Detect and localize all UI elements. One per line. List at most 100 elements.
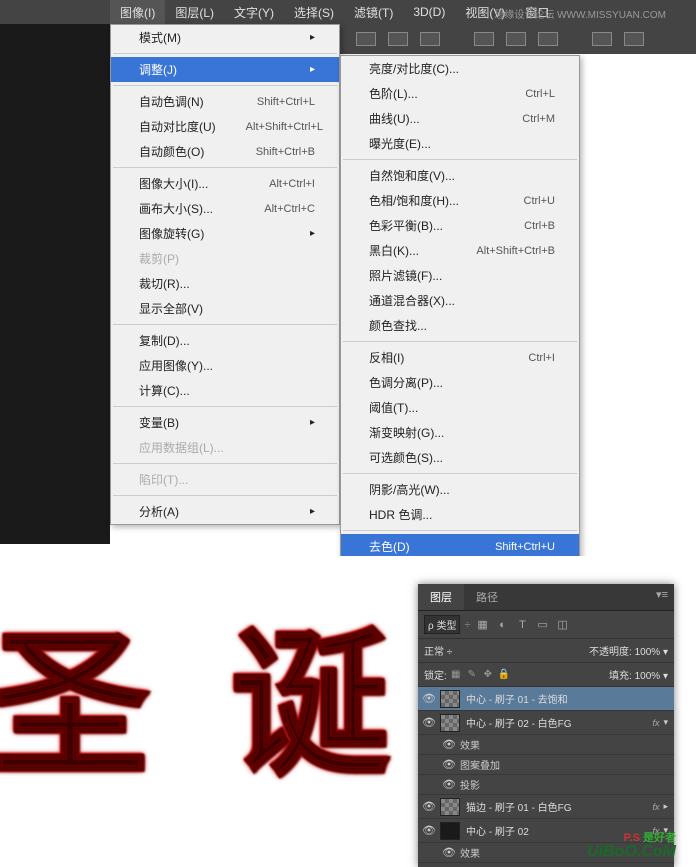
layer-fx-group[interactable]: 👁效果 xyxy=(418,735,674,755)
fx-toggle-icon[interactable]: ▾ xyxy=(663,717,668,728)
menu-variables[interactable]: 变量(B)▸ xyxy=(111,410,339,435)
layers-panel: 图层 路径 ▾≡ ρ 类型 ÷ ▦ ◐ T ▭ ◫ 正常 ÷ 不透明度: 100… xyxy=(418,584,674,867)
filter-adjust-icon[interactable]: ◐ xyxy=(495,617,511,633)
menu-vibrance[interactable]: 自然饱和度(V)... xyxy=(341,163,579,188)
menu-gradient-map[interactable]: 渐变映射(G)... xyxy=(341,420,579,445)
align-btn[interactable] xyxy=(388,32,408,46)
tinsel-char-2: 诞 xyxy=(230,576,390,808)
align-btn[interactable] xyxy=(592,32,612,46)
align-btn[interactable] xyxy=(474,32,494,46)
menu-crop: 裁剪(P) xyxy=(111,246,339,271)
lock-pixels-icon[interactable]: ✎ xyxy=(465,668,479,682)
fx-badge[interactable]: fx xyxy=(652,718,659,728)
menu-curves[interactable]: 曲线(U)...Ctrl+M xyxy=(341,106,579,131)
menu-text[interactable]: 文字(Y) xyxy=(224,0,284,25)
fill-value[interactable]: 100% xyxy=(635,671,661,682)
menu-duplicate[interactable]: 复制(D)... xyxy=(111,328,339,353)
layer-row[interactable]: 👁 猫边 - 刷子 01 - 白色FG fx ▸ xyxy=(418,795,674,819)
menu-brightness[interactable]: 亮度/对比度(C)... xyxy=(341,56,579,81)
menu-levels[interactable]: 色阶(L)...Ctrl+L xyxy=(341,81,579,106)
menu-trim[interactable]: 裁切(R)... xyxy=(111,271,339,296)
lock-position-icon[interactable]: ✥ xyxy=(481,668,495,682)
opacity-label: 不透明度: xyxy=(589,647,632,658)
layer-fx-item[interactable]: 👁内发光 xyxy=(418,863,674,867)
align-btn[interactable] xyxy=(624,32,644,46)
menu-apply-image[interactable]: 应用图像(Y)... xyxy=(111,353,339,378)
menu-adjustments[interactable]: 调整(J)▸ xyxy=(111,57,339,82)
menu-select[interactable]: 选择(S) xyxy=(284,0,344,25)
layer-row[interactable]: 👁 中心 - 刷子 02 - 白色FG fx ▾ xyxy=(418,711,674,735)
canvas-dark-bg xyxy=(0,24,110,544)
layer-thumb[interactable] xyxy=(440,714,460,732)
filter-kind[interactable]: ρ 类型 xyxy=(424,615,460,634)
menu-filter[interactable]: 滤镜(T) xyxy=(344,0,403,25)
menu-color-lookup[interactable]: 颜色查找... xyxy=(341,313,579,338)
filter-text-icon[interactable]: T xyxy=(515,617,531,633)
image-menu-dropdown: 模式(M)▸ 调整(J)▸ 自动色调(N)Shift+Ctrl+L 自动对比度(… xyxy=(110,24,340,525)
menu-selective-color[interactable]: 可选颜色(S)... xyxy=(341,445,579,470)
layer-row[interactable]: 👁 中心 - 刷子 01 - 去饱和 xyxy=(418,687,674,711)
layer-name[interactable]: 中心 - 刷子 02 - 白色FG xyxy=(466,715,652,730)
menu-layer[interactable]: 图层(L) xyxy=(165,0,224,25)
filter-image-icon[interactable]: ▦ xyxy=(475,617,491,633)
tab-paths[interactable]: 路径 xyxy=(464,584,510,610)
menu-photo-filter[interactable]: 照片滤镜(F)... xyxy=(341,263,579,288)
menu-reveal-all[interactable]: 显示全部(V) xyxy=(111,296,339,321)
menu-hdr[interactable]: HDR 色调... xyxy=(341,502,579,527)
menu-posterize[interactable]: 色调分离(P)... xyxy=(341,370,579,395)
align-btn[interactable] xyxy=(356,32,376,46)
menu-channel-mixer[interactable]: 通道混合器(X)... xyxy=(341,288,579,313)
visibility-icon[interactable]: 👁 xyxy=(438,738,460,751)
layer-thumb[interactable] xyxy=(440,690,460,708)
align-btn[interactable] xyxy=(506,32,526,46)
menu-apply-dataset: 应用数据组(L)... xyxy=(111,435,339,460)
blend-mode-select[interactable]: 正常 ÷ xyxy=(424,647,452,658)
align-btn[interactable] xyxy=(420,32,440,46)
opacity-value[interactable]: 100% xyxy=(635,647,661,658)
fx-badge[interactable]: fx xyxy=(652,802,659,812)
lock-transparent-icon[interactable]: ▦ xyxy=(449,668,463,682)
menu-calculations[interactable]: 计算(C)... xyxy=(111,378,339,403)
menu-image[interactable]: 图像(I) xyxy=(110,0,165,25)
menu-auto-tone[interactable]: 自动色调(N)Shift+Ctrl+L xyxy=(111,89,339,114)
align-btn[interactable] xyxy=(538,32,558,46)
menu-auto-contrast[interactable]: 自动对比度(U)Alt+Shift+Ctrl+L xyxy=(111,114,339,139)
visibility-icon[interactable]: 👁 xyxy=(418,716,440,729)
align-toolbar xyxy=(340,24,696,54)
menu-mode[interactable]: 模式(M)▸ xyxy=(111,25,339,50)
layer-thumb[interactable] xyxy=(440,798,460,816)
tab-layers[interactable]: 图层 xyxy=(418,584,464,610)
filter-shape-icon[interactable]: ▭ xyxy=(535,617,551,633)
menu-shadows[interactable]: 阴影/高光(W)... xyxy=(341,477,579,502)
menu-hue[interactable]: 色相/饱和度(H)...Ctrl+U xyxy=(341,188,579,213)
layer-thumb[interactable] xyxy=(440,822,460,840)
menu-auto-color[interactable]: 自动颜色(O)Shift+Ctrl+B xyxy=(111,139,339,164)
fx-toggle-icon[interactable]: ▸ xyxy=(663,801,668,812)
menu-bw[interactable]: 黑白(K)...Alt+Shift+Ctrl+B xyxy=(341,238,579,263)
menu-canvas-size[interactable]: 画布大小(S)...Alt+Ctrl+C xyxy=(111,196,339,221)
visibility-icon[interactable]: 👁 xyxy=(418,800,440,813)
menu-rotation[interactable]: 图像旋转(G)▸ xyxy=(111,221,339,246)
tinsel-char-1: 圣 xyxy=(0,576,150,808)
layer-fx-item[interactable]: 👁投影 xyxy=(418,775,674,795)
menu-exposure[interactable]: 曝光度(E)... xyxy=(341,131,579,156)
visibility-icon[interactable]: 👁 xyxy=(438,778,460,791)
filter-smart-icon[interactable]: ◫ xyxy=(555,617,571,633)
menu-3d[interactable]: 3D(D) xyxy=(403,1,455,23)
layer-fx-item[interactable]: 👁图案叠加 xyxy=(418,755,674,775)
lock-all-icon[interactable]: 🔒 xyxy=(497,668,511,682)
menu-image-size[interactable]: 图像大小(I)...Alt+Ctrl+I xyxy=(111,171,339,196)
menu-invert[interactable]: 反相(I)Ctrl+I xyxy=(341,345,579,370)
layer-name[interactable]: 猫边 - 刷子 01 - 白色FG xyxy=(466,799,652,814)
layer-name[interactable]: 中心 - 刷子 01 - 去饱和 xyxy=(466,691,674,706)
panel-menu-icon[interactable]: ▾≡ xyxy=(650,584,674,610)
menu-threshold[interactable]: 阈值(T)... xyxy=(341,395,579,420)
visibility-icon[interactable]: 👁 xyxy=(418,692,440,705)
menu-analysis[interactable]: 分析(A)▸ xyxy=(111,499,339,524)
lock-label: 锁定: xyxy=(424,667,447,682)
visibility-icon[interactable]: 👁 xyxy=(418,824,440,837)
menu-color-balance[interactable]: 色彩平衡(B)...Ctrl+B xyxy=(341,213,579,238)
fill-label: 填充: xyxy=(609,671,632,682)
visibility-icon[interactable]: 👁 xyxy=(438,758,460,771)
visibility-icon[interactable]: 👁 xyxy=(438,846,460,859)
